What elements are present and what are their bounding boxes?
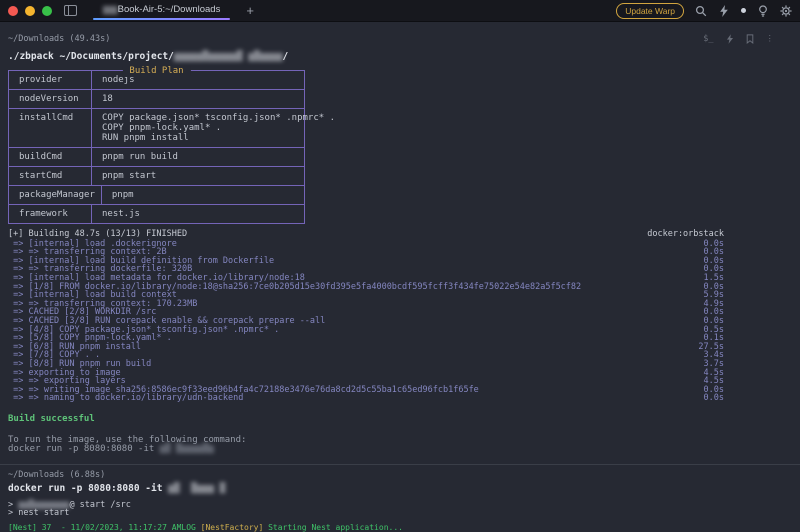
update-warp-button[interactable]: Update Warp (616, 3, 684, 19)
command-redacted: ▆▆▆▆▆█▆▆▆▆▆█ ▆█▆▆▆▆ (174, 51, 283, 62)
build-plan-key: framework (9, 205, 91, 223)
zoom-window-button[interactable] (42, 6, 52, 16)
warp-terminal-window: ▆▆Book-Air-5:~/Downloads + Update Warp (0, 0, 800, 532)
search-icon[interactable] (695, 5, 707, 17)
docker-builder-name: docker:orbstack (647, 230, 724, 239)
command-docker-run[interactable]: docker run -p 8080:8080 -it ▆█ █▆▆▆ █ (8, 483, 792, 494)
build-plan-key: provider (9, 71, 91, 89)
build-plan-key: nodeVersion (9, 90, 91, 108)
command-redacted: ▆█ █▆▆▆ █ (168, 483, 225, 494)
build-plan-key: installCmd (9, 109, 91, 147)
prompt-context: ~/Downloads (6.88s) (8, 470, 105, 480)
lightning-small-icon[interactable] (726, 29, 734, 48)
nest-logs: [Nest] 37 - 11/02/2023, 11:17:27 AM LOG … (8, 524, 792, 532)
tab-title: ▆▆Book-Air-5:~/Downloads (93, 1, 230, 18)
suggested-run-command: docker run -p 8080:8080 -it ▆█ █▆▆▆▆█▆ (8, 445, 792, 455)
kebab-menu-icon[interactable]: ⋮ (766, 34, 775, 44)
bookmark-icon[interactable] (746, 29, 754, 48)
build-plan-key: packageManager (9, 186, 101, 204)
notification-dot-icon (741, 8, 746, 13)
new-tab-button[interactable]: + (246, 3, 254, 18)
tab-title-redacted: ▆▆ (103, 4, 118, 15)
build-plan-title: Build Plan (122, 66, 190, 76)
log-context-tag: [NestFactory] (201, 524, 268, 532)
build-plan-table: Build Plan provider nodejs nodeVersion 1… (8, 70, 305, 224)
build-plan-value: pnpm start (91, 167, 304, 185)
titlebar: ▆▆Book-Air-5:~/Downloads + Update Warp (0, 0, 800, 22)
close-window-button[interactable] (8, 6, 18, 16)
lightbulb-icon[interactable] (757, 5, 769, 17)
nest-start-line: > nest start (8, 509, 792, 518)
build-plan-value: 18 (91, 90, 304, 108)
docker-build-line: => => naming to docker.io/library/udn-ba… (8, 394, 724, 403)
docker-build-lines: => [internal] load .dockerignore 0.0s =>… (8, 240, 724, 403)
command-block-zbpack: ~/Downloads (49.43s) $_ ⋮ ./zbpack ~/Doc… (0, 22, 800, 455)
log-message: Starting Nest application... (268, 524, 403, 532)
run-command-redacted: ▆█ █▆▆▆▆█▆ (160, 444, 214, 454)
log-level: LOG (181, 524, 200, 532)
gear-icon[interactable] (780, 5, 792, 17)
log-timestamp: [Nest] 37 - 11/02/2023, 11:17:27 AM (8, 524, 181, 532)
build-plan-key: buildCmd (9, 148, 91, 166)
prompt-terminal-icon[interactable]: $_ (703, 34, 713, 44)
build-plan-row: startCmd pnpm start (9, 167, 304, 186)
lightning-icon[interactable] (718, 5, 730, 17)
build-plan-value: pnpm (101, 186, 304, 204)
docker-step-time: 0.0s (698, 394, 724, 403)
package-name-redacted: ▆▆█▆▆▆▆▆▆▆ (18, 500, 69, 510)
build-plan-key: startCmd (9, 167, 91, 185)
nest-log-line: [Nest] 37 - 11/02/2023, 11:17:27 AM LOG … (8, 524, 792, 532)
command-zbpack[interactable]: ./zbpack ~/Documents/project/▆▆▆▆▆█▆▆▆▆▆… (8, 51, 792, 62)
build-plan-row: buildCmd pnpm run build (9, 148, 304, 167)
build-plan-row: nodeVersion 18 (9, 90, 304, 109)
block-actions: $_ ⋮ (703, 29, 774, 48)
build-plan-row: installCmd COPY package.json* tsconfig.j… (9, 109, 304, 148)
build-plan-row: packageManager pnpm (9, 186, 304, 205)
build-plan-value: COPY package.json* tsconfig.json* .npmrc… (91, 109, 341, 147)
terminal-tab[interactable]: ▆▆Book-Air-5:~/Downloads (93, 1, 230, 20)
docker-step-text: => => naming to docker.io/library/udn-ba… (8, 394, 243, 403)
docker-build-log: [+] Building 48.7s (13/13) FINISHED dock… (8, 230, 724, 403)
command-block-docker-run: ~/Downloads (6.88s) docker run -p 8080:8… (0, 465, 800, 532)
build-plan-value: nest.js (91, 205, 304, 223)
build-plan-value: pnpm run build (91, 148, 304, 166)
terminal-content: ~/Downloads (49.43s) $_ ⋮ ./zbpack ~/Doc… (0, 22, 800, 532)
npm-script-line: > ▆▆█▆▆▆▆▆▆▆@ start /src (8, 501, 792, 510)
prompt-context: ~/Downloads (49.43s) (8, 34, 110, 44)
sidebar-toggle-icon[interactable] (64, 5, 77, 16)
build-plan-row: framework nest.js (9, 205, 304, 223)
traffic-lights (8, 6, 52, 16)
docker-build-line: => [6/8] RUN pnpm install 27.5s (8, 343, 724, 352)
active-tab-indicator (93, 18, 230, 20)
minimize-window-button[interactable] (25, 6, 35, 16)
docker-build-header: [+] Building 48.7s (13/13) FINISHED (8, 230, 187, 239)
build-successful-message: Build successful (8, 414, 792, 424)
